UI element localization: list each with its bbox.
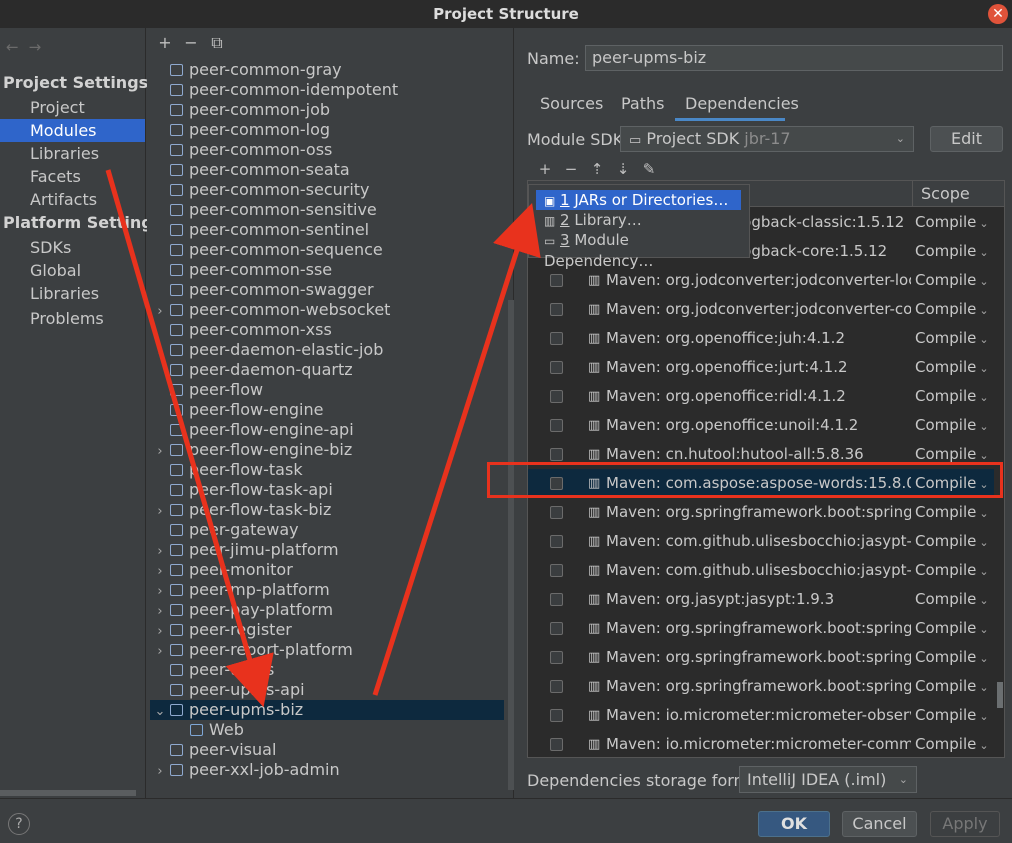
annotation-arrow-to-module	[105, 169, 274, 708]
annotation-arrows	[105, 169, 541, 708]
annotation-arrow-to-popup	[372, 202, 541, 696]
